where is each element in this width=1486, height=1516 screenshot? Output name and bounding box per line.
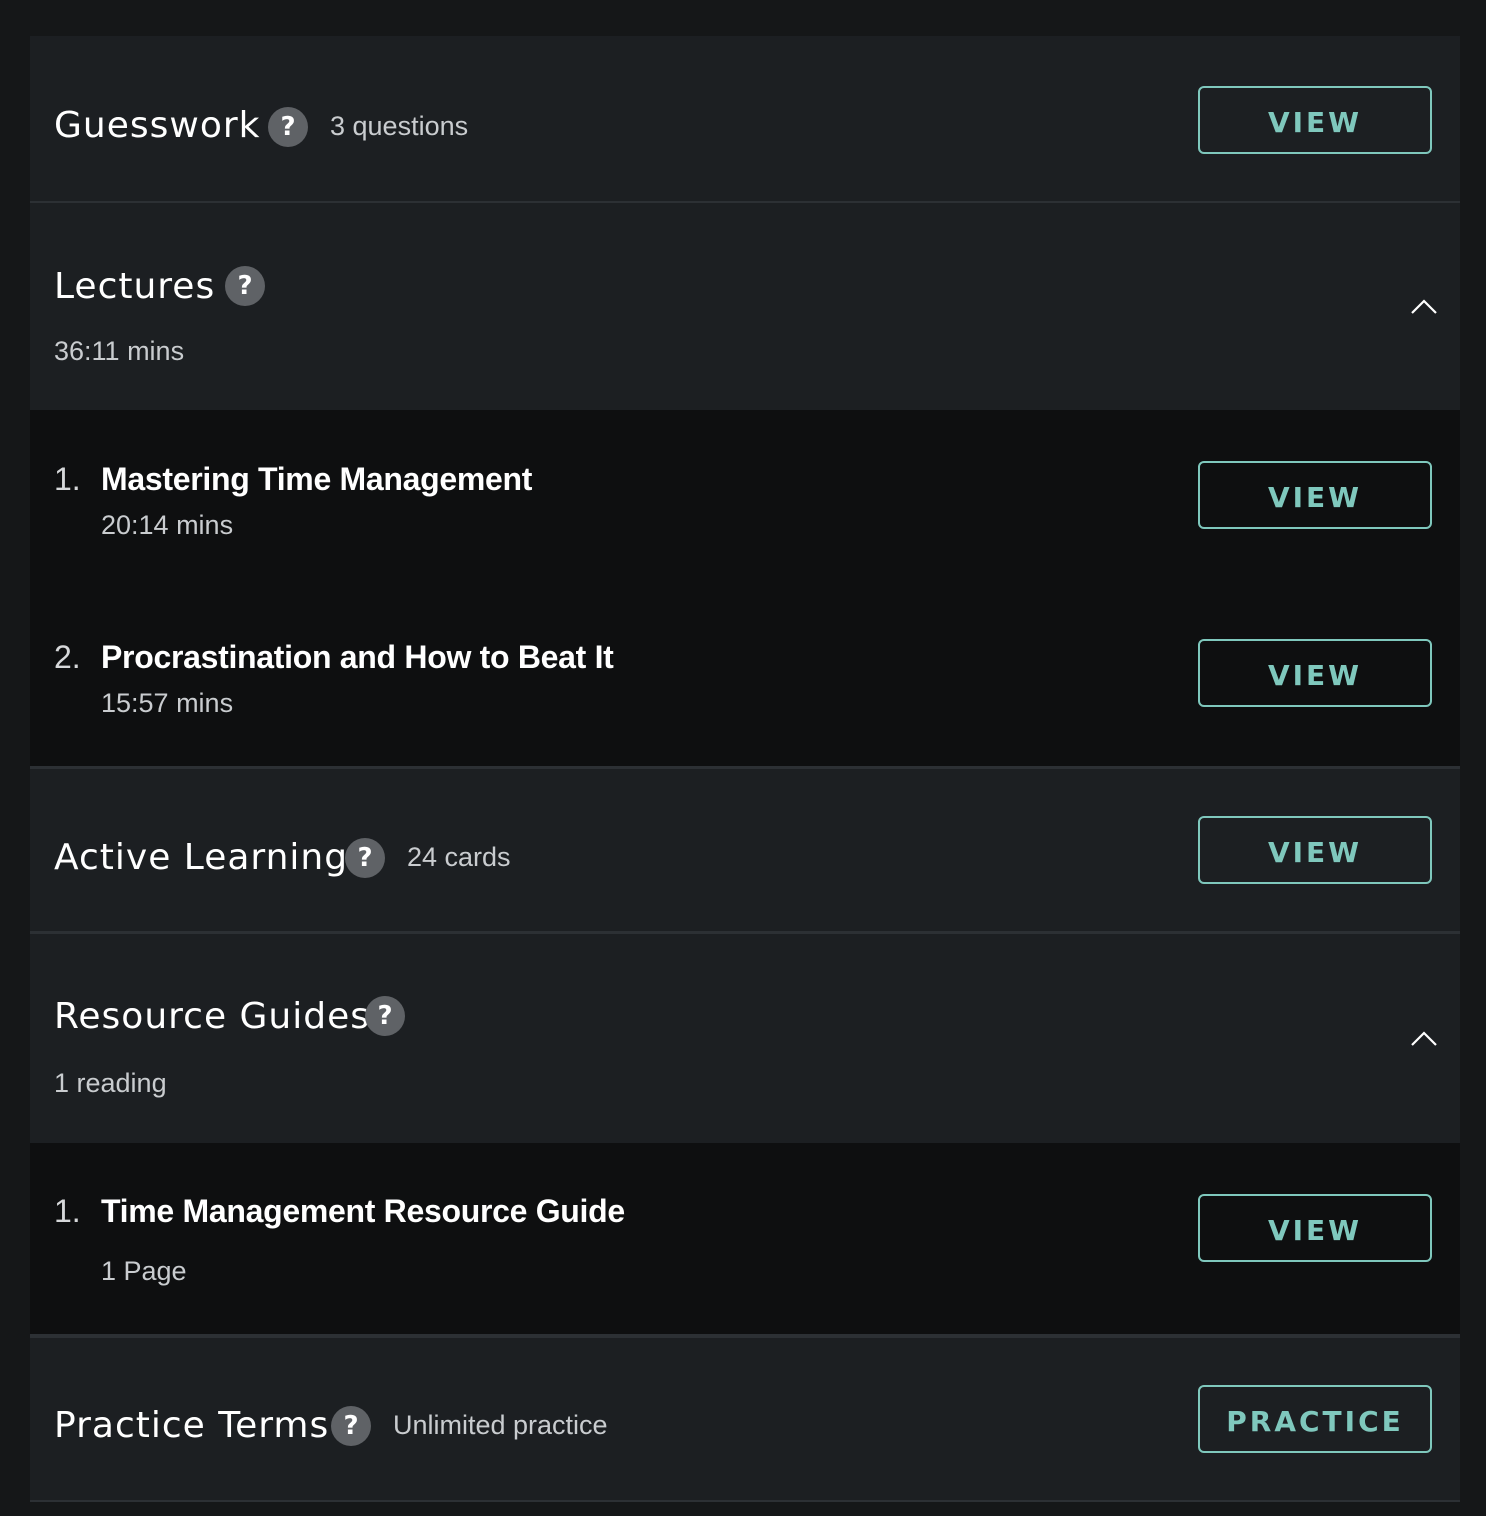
view-lecture-button[interactable]: VIEW [1198,639,1432,707]
view-resource-guide-button[interactable]: VIEW [1198,1194,1432,1262]
practice-terms-button[interactable]: PRACTICE [1198,1385,1432,1453]
item-duration: 15:57 mins [101,688,234,718]
item-duration: 20:14 mins [101,510,234,540]
chevron-up-icon[interactable] [1410,298,1438,316]
section-lectures[interactable]: Lectures ? 36:11 mins [30,203,1460,410]
section-title: Practice Terms [54,1405,330,1446]
item-number: 2. [54,639,81,675]
view-lecture-button[interactable]: VIEW [1198,461,1432,529]
view-guesswork-button[interactable]: VIEW [1198,86,1432,154]
divider [30,1500,1460,1502]
section-meta: 36:11 mins [54,336,185,366]
question-mark-icon[interactable]: ? [268,107,308,147]
section-meta: 1 reading [54,1068,167,1098]
item-number: 1. [54,1193,81,1229]
question-mark-icon[interactable]: ? [345,838,385,878]
view-active-learning-button[interactable]: VIEW [1198,816,1432,884]
item-detail: 1 Page [101,1256,187,1286]
item-title[interactable]: Mastering Time Management [101,459,532,499]
section-title: Active Learning [54,837,349,878]
section-title: Resource Guides [54,996,371,1037]
section-practice-terms: Practice Terms ? Unlimited practice PRAC… [30,1338,1460,1500]
question-mark-icon[interactable]: ? [225,266,265,306]
item-number: 1. [54,461,81,497]
question-mark-icon[interactable]: ? [365,996,405,1036]
section-title: Guesswork [54,105,261,146]
course-content-panel: Guesswork ? 3 questions VIEW Lectures ? … [30,36,1460,1502]
section-resource-guides[interactable]: Resource Guides ? 1 reading [30,934,1460,1143]
section-guesswork: Guesswork ? 3 questions VIEW [30,36,1460,202]
section-title: Lectures [54,266,216,307]
section-active-learning: Active Learning ? 24 cards VIEW [30,769,1460,931]
section-meta: Unlimited practice [393,1410,608,1440]
question-mark-icon[interactable]: ? [331,1406,371,1446]
resource-guides-list: 1. Time Management Resource Guide 1 Page… [30,1143,1460,1334]
item-title[interactable]: Time Management Resource Guide [101,1191,625,1231]
section-meta: 3 questions [330,111,469,141]
lectures-list: 1. Mastering Time Management 20:14 mins … [30,410,1460,766]
chevron-up-icon[interactable] [1410,1030,1438,1048]
item-title[interactable]: Procrastination and How to Beat It [101,637,614,677]
section-meta: 24 cards [407,842,511,872]
